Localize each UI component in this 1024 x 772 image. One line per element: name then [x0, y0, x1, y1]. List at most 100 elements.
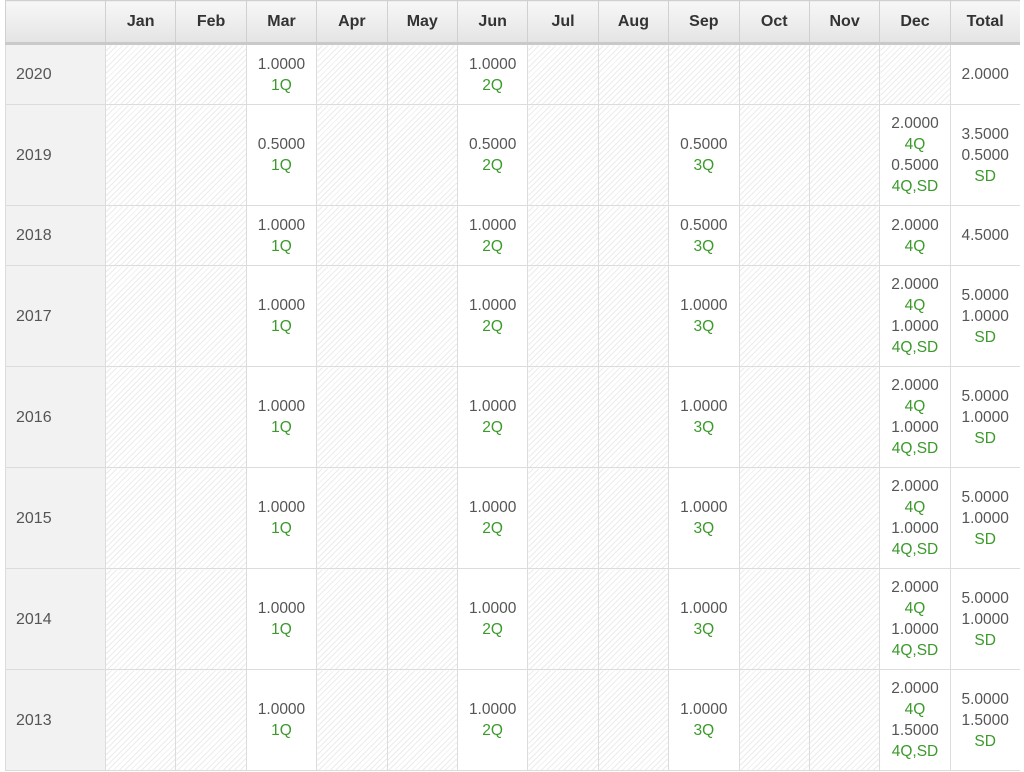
- dividend-type-code: 1Q: [271, 520, 292, 537]
- dividend-value: 1.0000: [961, 509, 1009, 527]
- cell-jun: 1.0000 2Q: [456, 265, 529, 367]
- cell-jan: [104, 467, 177, 569]
- column-header-sep[interactable]: Sep: [668, 0, 740, 45]
- dividend-value: 1.0000: [680, 499, 728, 516]
- dividend-value: 1.0000: [468, 55, 517, 73]
- cell-dec: [879, 43, 951, 105]
- year-cell: 2018: [5, 205, 106, 266]
- column-header-may[interactable]: May: [386, 0, 458, 45]
- cell-oct: [738, 669, 810, 771]
- column-header-total[interactable]: Total: [949, 0, 1021, 45]
- cell-mar: 0.5000 1Q: [245, 104, 318, 206]
- dividend-type-code: 2Q: [482, 318, 503, 335]
- column-header-year: [5, 0, 106, 45]
- dividend-value: 1.5000: [961, 711, 1009, 729]
- cell-apr: [316, 265, 388, 367]
- table-row-2019: 2019 0.5000 1Q 0.5000 2Q 0.5000 3Q 2.0000 4Q 0.50…: [5, 104, 1021, 206]
- dividend-value: 1.0000: [891, 621, 939, 638]
- dividend-value: 1.0000: [468, 600, 517, 617]
- column-header-dec[interactable]: Dec: [879, 0, 951, 45]
- dividend-type-code: SD: [974, 167, 996, 185]
- cell-total: 3.5000 0.5000 SD: [949, 104, 1021, 206]
- dividend-value: 1.0000: [680, 398, 728, 415]
- column-header-jun[interactable]: Jun: [456, 0, 529, 45]
- dividend-type-code: 3Q: [693, 621, 715, 638]
- column-header-apr[interactable]: Apr: [316, 0, 388, 45]
- dividend-value: 1.0000: [680, 701, 728, 718]
- dividend-value: 1.0000: [891, 419, 939, 436]
- year-cell: 2013: [5, 669, 106, 771]
- cell-aug: [597, 669, 670, 771]
- cell-nov: [808, 265, 881, 367]
- cell-mar: 1.0000 1Q: [245, 568, 318, 670]
- table-row-2016: 2016 1.0000 1Q 1.0000 2Q 1.0000 3Q 2.0000 4Q 1.00…: [5, 366, 1021, 468]
- dividend-value: 2.0000: [891, 216, 939, 234]
- cell-apr: [316, 669, 388, 771]
- cell-oct: [738, 205, 810, 266]
- cell-feb: [175, 669, 247, 771]
- cell-aug: [597, 43, 670, 105]
- table-row-2020: 2020 1.0000 1Q 1.0000 2Q 2.0000: [5, 43, 1021, 105]
- cell-jun: 1.0000 2Q: [456, 568, 529, 670]
- cell-sep: [668, 43, 740, 105]
- dividend-type-code: SD: [974, 530, 996, 548]
- column-header-mar[interactable]: Mar: [245, 0, 318, 45]
- cell-apr: [316, 104, 388, 206]
- cell-feb: [175, 43, 247, 105]
- cell-sep: 1.0000 3Q: [668, 669, 740, 771]
- cell-feb: [175, 265, 247, 367]
- cell-oct: [738, 265, 810, 367]
- dividend-value: 0.5000: [257, 136, 306, 153]
- dividend-value: 2.0000: [891, 276, 939, 293]
- year-cell: 2015: [5, 467, 106, 569]
- column-header-oct[interactable]: Oct: [738, 0, 810, 45]
- cell-aug: [597, 265, 670, 367]
- dividend-value: 1.0000: [468, 701, 517, 718]
- cell-nov: [808, 568, 881, 670]
- dividend-type-code: 3Q: [693, 157, 715, 174]
- cell-may: [386, 366, 458, 468]
- column-header-feb[interactable]: Feb: [175, 0, 247, 45]
- dividend-type-code: 3Q: [693, 318, 715, 335]
- dividend-type-code: 3Q: [693, 520, 715, 537]
- cell-oct: [738, 366, 810, 468]
- cell-jan: [104, 366, 177, 468]
- cell-jan: [104, 568, 177, 670]
- dividend-type-code: 4Q: [904, 297, 926, 314]
- cell-nov: [808, 366, 881, 468]
- dividend-type-code: 1Q: [271, 157, 292, 174]
- cell-mar: 1.0000 1Q: [245, 43, 318, 105]
- dividend-value: 1.0000: [468, 499, 517, 516]
- dividend-value: 5.0000: [961, 589, 1009, 607]
- cell-aug: [597, 366, 670, 468]
- year-cell: 2017: [5, 265, 106, 367]
- dividend-type-code: 4Q,SD: [891, 642, 939, 659]
- column-header-nov[interactable]: Nov: [808, 0, 881, 45]
- dividend-value: 0.5000: [891, 157, 939, 174]
- dividend-value: 1.0000: [680, 297, 728, 314]
- dividend-value: 1.0000: [680, 600, 728, 617]
- column-header-aug[interactable]: Aug: [597, 0, 670, 45]
- cell-jun: 1.0000 2Q: [456, 205, 529, 266]
- dividend-value: 1.0000: [468, 398, 517, 415]
- year-cell: 2016: [5, 366, 106, 468]
- dividend-value: 5.0000: [961, 286, 1009, 304]
- dividend-type-code: 3Q: [693, 237, 715, 255]
- cell-dec: 2.0000 4Q 1.0000 4Q,SD: [879, 467, 951, 569]
- cell-apr: [316, 467, 388, 569]
- dividend-type-code: 1Q: [271, 318, 292, 335]
- dividend-type-code: 4Q,SD: [891, 440, 939, 457]
- cell-apr: [316, 568, 388, 670]
- column-header-jan[interactable]: Jan: [104, 0, 177, 45]
- cell-jul: [527, 104, 599, 206]
- dividend-value: 1.0000: [961, 408, 1009, 426]
- dividend-value: 2.0000: [891, 680, 939, 697]
- cell-total: 2.0000: [949, 43, 1021, 105]
- column-header-jul[interactable]: Jul: [527, 0, 599, 45]
- dividend-type-code: 2Q: [482, 157, 503, 174]
- dividend-value: 1.0000: [257, 701, 306, 718]
- cell-apr: [316, 205, 388, 266]
- table-row-2014: 2014 1.0000 1Q 1.0000 2Q 1.0000 3Q 2.0000 4Q 1.00…: [5, 568, 1021, 670]
- cell-sep: 0.5000 3Q: [668, 104, 740, 206]
- cell-mar: 1.0000 1Q: [245, 467, 318, 569]
